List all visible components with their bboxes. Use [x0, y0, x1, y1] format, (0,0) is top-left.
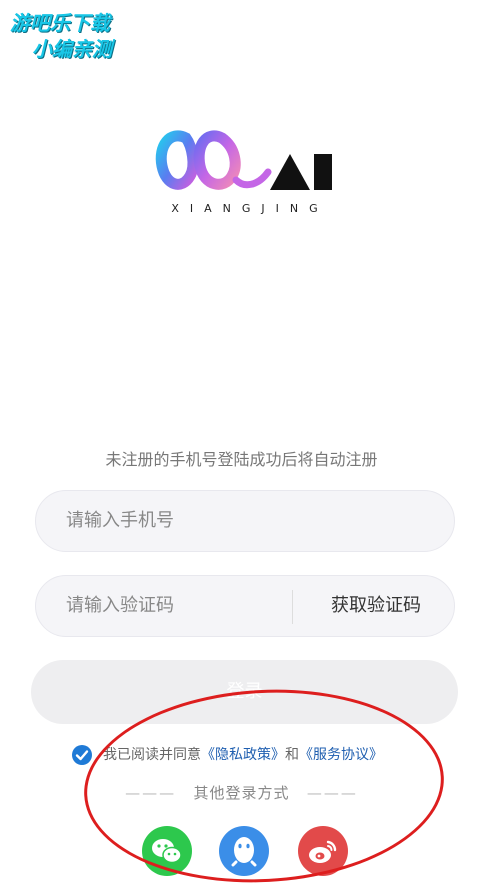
divider-right: ——— [306, 784, 358, 802]
code-input[interactable]: 请输入验证码 [66, 576, 174, 636]
other-login-text: 其他登录方式 [193, 784, 290, 802]
agreement-and: 和 [285, 747, 299, 763]
check-icon [75, 750, 89, 761]
field-divider [292, 590, 293, 624]
watermark-line1: 游吧乐下载 [10, 11, 110, 35]
app-logo: XIANGJING [140, 128, 360, 228]
phone-input-placeholder: 请输入手机号 [66, 510, 174, 531]
get-code-button[interactable]: 获取验证码 [331, 576, 421, 636]
agreement-text: 我已阅读并同意 [103, 747, 201, 763]
logo-wordmark: XIANGJING [171, 202, 329, 215]
weibo-icon [309, 840, 337, 863]
agree-checkbox[interactable] [72, 745, 92, 765]
register-hint: 未注册的手机号登陆成功后将自动注册 [105, 450, 378, 469]
divider-left: ——— [125, 784, 177, 802]
service-agreement-link[interactable]: 《服务协议》 [299, 747, 383, 763]
qq-icon [231, 837, 257, 867]
privacy-policy-link[interactable]: 《隐私政策》 [201, 747, 285, 763]
watermark: 游吧乐下载 小编亲测 [10, 10, 150, 62]
logo-mark-icon [155, 130, 332, 190]
other-login-label: ——— 其他登录方式 ——— [0, 782, 483, 803]
phone-input[interactable]: 请输入手机号 [35, 490, 455, 552]
weibo-login-button[interactable] [298, 826, 348, 876]
verification-code-field: 请输入验证码 获取验证码 [35, 575, 455, 637]
watermark-line2: 小编亲测 [32, 37, 112, 61]
wechat-icon [152, 839, 182, 864]
wechat-login-button[interactable] [142, 826, 192, 876]
qq-login-button[interactable] [219, 826, 269, 876]
login-button[interactable]: 登录 [31, 660, 458, 724]
